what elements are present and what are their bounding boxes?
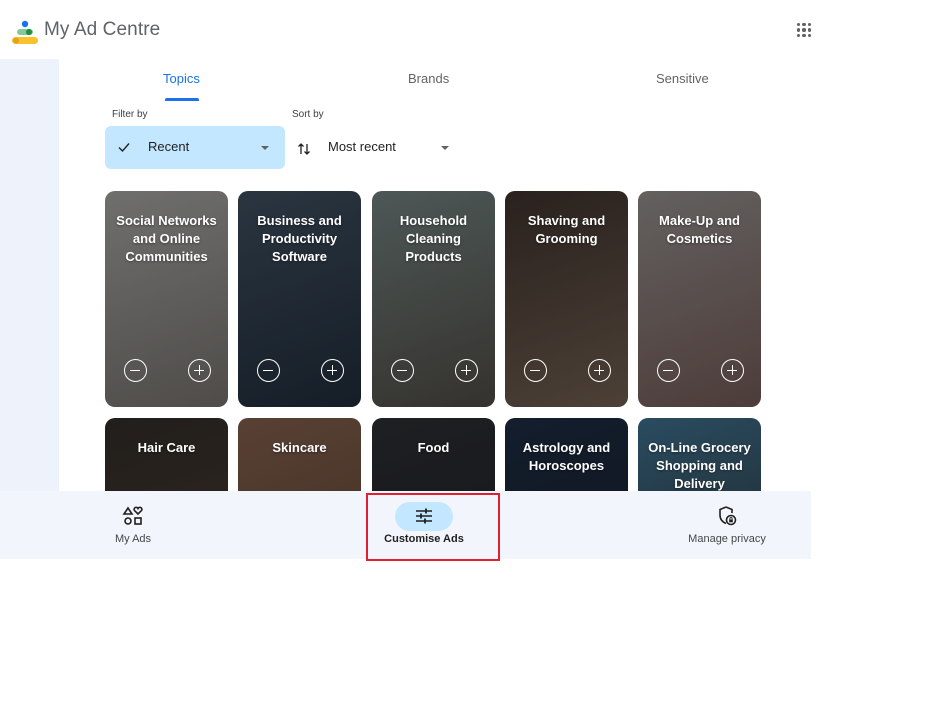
topic-card-title: Social Networks and Online Communities xyxy=(116,213,217,264)
tab-brands[interactable]: Brands xyxy=(408,71,449,86)
plus-circle-icon[interactable] xyxy=(588,359,611,382)
shapes-icon xyxy=(122,506,143,525)
topic-card[interactable]: On-Line Grocery Shopping and Delivery xyxy=(638,418,761,491)
topic-card[interactable]: Business and Productivity Software xyxy=(238,191,361,407)
filter-label: Filter by xyxy=(112,109,148,120)
topic-card-title: Hair Care xyxy=(137,440,196,455)
chevron-down-icon xyxy=(441,146,449,150)
topic-card-title: Business and Productivity Software xyxy=(257,213,342,264)
minus-circle-icon[interactable] xyxy=(657,359,680,382)
topic-card-title: Astrology and Horoscopes xyxy=(522,440,611,473)
header: My Ad Centre xyxy=(0,1,811,59)
minus-circle-icon[interactable] xyxy=(524,359,547,382)
topic-card[interactable]: Hair Care xyxy=(105,418,228,491)
sliders-icon xyxy=(416,508,432,524)
sidebar-rail xyxy=(0,59,59,491)
plus-circle-icon[interactable] xyxy=(321,359,344,382)
nav-customise-ads-label: Customise Ads xyxy=(384,533,464,545)
minus-circle-icon[interactable] xyxy=(124,359,147,382)
topic-card-title: Household Cleaning Products xyxy=(399,213,468,264)
topic-card-title: Skincare xyxy=(272,440,327,455)
active-tab-indicator xyxy=(165,98,199,101)
filter-dropdown[interactable]: Recent xyxy=(105,126,285,169)
tab-sensitive[interactable]: Sensitive xyxy=(656,71,709,86)
topic-card[interactable]: Food xyxy=(372,418,495,491)
topics-grid: Social Networks and Online Communities Bu… xyxy=(105,191,765,491)
chevron-down-icon xyxy=(261,146,269,150)
my-ad-centre-logo xyxy=(12,20,38,44)
app-title: My Ad Centre xyxy=(44,19,161,40)
nav-manage-privacy-label: Manage privacy xyxy=(688,533,766,545)
sort-dropdown[interactable]: Most recent xyxy=(293,126,458,169)
plus-circle-icon[interactable] xyxy=(188,359,211,382)
nav-manage-privacy[interactable]: Manage privacy xyxy=(677,491,777,559)
sort-value: Most recent xyxy=(328,139,396,154)
topic-card[interactable]: Household Cleaning Products xyxy=(372,191,495,407)
topic-card-title: Shaving and Grooming xyxy=(527,213,606,246)
topic-card-title: On-Line Grocery Shopping and Delivery xyxy=(648,440,751,491)
sort-label: Sort by xyxy=(292,109,324,120)
bottom-navigation: My Ads Customise Ads Manage privacy xyxy=(0,491,811,559)
shield-lock-icon xyxy=(719,506,737,526)
nav-my-ads-label: My Ads xyxy=(114,533,152,545)
sort-arrows-icon xyxy=(298,143,310,155)
minus-circle-icon[interactable] xyxy=(391,359,414,382)
topic-card-title: Food xyxy=(417,440,450,455)
tab-topics[interactable]: Topics xyxy=(163,71,200,86)
minus-circle-icon[interactable] xyxy=(257,359,280,382)
topic-card[interactable]: Astrology and Horoscopes xyxy=(505,418,628,491)
topic-card[interactable]: Social Networks and Online Communities xyxy=(105,191,228,407)
check-icon xyxy=(118,143,130,153)
topic-card[interactable]: Make-Up and Cosmetics xyxy=(638,191,761,407)
plus-circle-icon[interactable] xyxy=(721,359,744,382)
plus-circle-icon[interactable] xyxy=(455,359,478,382)
nav-my-ads[interactable]: My Ads xyxy=(93,491,173,559)
filter-value: Recent xyxy=(148,139,190,154)
google-apps-grid-icon[interactable] xyxy=(797,23,811,37)
topic-card-title: Make-Up and Cosmetics xyxy=(659,213,740,246)
topic-card[interactable]: Shaving and Grooming xyxy=(505,191,628,407)
nav-customise-ads[interactable]: Customise Ads xyxy=(374,491,474,559)
topic-card[interactable]: Skincare xyxy=(238,418,361,491)
my-ad-centre-app: My Ad Centre Topics Brands Sensitive Fil… xyxy=(0,0,811,559)
